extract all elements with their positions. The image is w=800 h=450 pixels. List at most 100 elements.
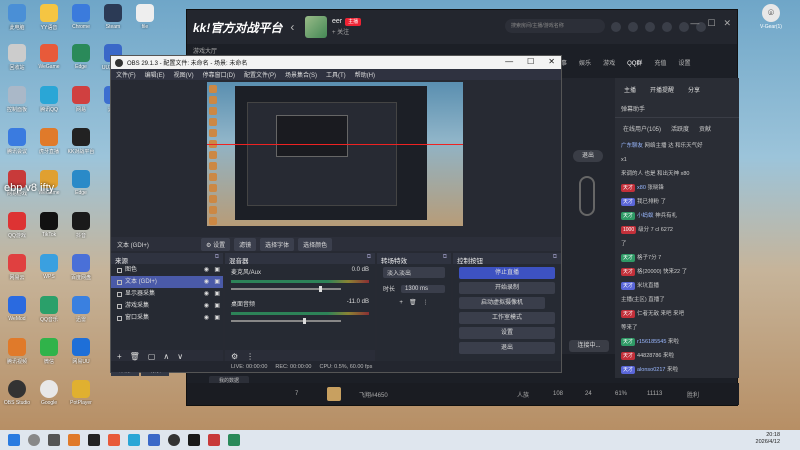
desktop-icon[interactable]: YY语音 xyxy=(32,4,66,31)
add-icon[interactable]: + xyxy=(399,300,403,306)
lock-icon[interactable]: ▣ xyxy=(214,278,220,286)
desktop-icon[interactable]: WPS xyxy=(32,254,66,280)
desktop-icon[interactable]: OBS Studio xyxy=(0,380,34,406)
tab-streamer[interactable]: 主播 xyxy=(621,83,639,96)
desktop-icon[interactable]: Edge xyxy=(64,44,98,70)
shop-icon[interactable] xyxy=(679,22,689,32)
dock-menu-icon[interactable]: ⧉ xyxy=(553,254,557,261)
menu-tools[interactable]: 工具(T) xyxy=(326,70,346,79)
taskbar-app-icon[interactable] xyxy=(228,434,240,446)
transition-select[interactable]: 淡入淡出 xyxy=(383,267,445,278)
properties-icon[interactable]: ▢ xyxy=(148,352,156,361)
visibility-icon[interactable]: ◉ xyxy=(204,278,209,286)
desktop-icon[interactable]: 控制面板 xyxy=(0,86,34,113)
follow-button[interactable]: + 关注 xyxy=(332,27,361,36)
trash-icon[interactable]: 🗑 xyxy=(130,352,140,361)
clock[interactable]: 20:18 2026/4/12 xyxy=(756,432,780,446)
visibility-icon[interactable]: ◉ xyxy=(204,266,209,274)
source-item[interactable]: 窗口采集 ◉ ▣ xyxy=(111,312,223,324)
slider-knob[interactable] xyxy=(302,318,306,324)
maximize-icon[interactable]: ☐ xyxy=(527,57,534,66)
taskbar-app-icon[interactable] xyxy=(88,434,100,446)
start-recording-button[interactable]: 开始录制 xyxy=(459,282,555,294)
avatar[interactable] xyxy=(305,16,327,38)
desktop-icon[interactable]: 抖音 xyxy=(64,212,98,239)
nav-item[interactable]: 设置 xyxy=(678,58,690,67)
desktop-icon[interactable]: WeGame xyxy=(32,44,66,70)
nav-item[interactable]: 娱乐 xyxy=(579,58,591,67)
menu-view[interactable]: 视图(V) xyxy=(174,70,194,79)
duration-input[interactable]: 1300 ms xyxy=(401,284,445,293)
slider-knob[interactable] xyxy=(319,286,322,292)
task-view-icon[interactable] xyxy=(48,434,60,446)
source-item[interactable]: 图色 ◉ ▣ xyxy=(111,264,223,276)
add-icon[interactable]: + xyxy=(117,352,122,361)
taskbar-app-icon[interactable] xyxy=(148,434,160,446)
visibility-icon[interactable]: ◉ xyxy=(204,302,209,310)
more-icon[interactable]: ⋮ xyxy=(246,352,254,361)
lock-icon[interactable]: ▣ xyxy=(214,266,220,274)
source-item[interactable]: 显示器采集 ◉ ▣ xyxy=(111,288,223,300)
user-icon[interactable] xyxy=(645,22,655,32)
obs-preview[interactable] xyxy=(207,82,463,226)
desktop-right-icon[interactable]: ⌾ V-Gear(1) xyxy=(748,4,794,30)
nav-item[interactable]: QQ群 xyxy=(627,58,642,67)
lock-icon[interactable]: ▣ xyxy=(214,314,220,322)
chat-user-name[interactable]: 广东聊友 xyxy=(621,143,643,149)
tab-contrib[interactable]: 贡献 xyxy=(699,124,711,133)
virtual-camera-button[interactable]: 启动虚拟摄像机 xyxy=(459,297,545,309)
close-icon[interactable]: ✕ xyxy=(548,57,555,66)
menu-edit[interactable]: 编辑(E) xyxy=(145,70,165,79)
menu-profile[interactable]: 配置文件(P) xyxy=(244,70,276,79)
desktop-icon[interactable]: 腾讯会议 xyxy=(0,128,34,155)
nav-item[interactable]: 充值 xyxy=(654,58,666,67)
desktop-icon[interactable]: KK对战平台 xyxy=(64,128,98,155)
chat-user-name[interactable]: r156185545 xyxy=(637,339,666,345)
chat-user-name[interactable]: 小蚂蚁 xyxy=(637,213,654,219)
obs-taskbar-icon[interactable] xyxy=(168,434,180,446)
chat-user-name[interactable]: alonso0217 xyxy=(637,367,665,373)
desktop-icon[interactable]: 回收站 xyxy=(0,44,34,71)
kk-taskbar-icon[interactable] xyxy=(188,434,200,446)
player-avatar[interactable] xyxy=(327,387,341,401)
desktop-icon[interactable]: 腾讯视频 xyxy=(0,338,34,365)
desktop-icon[interactable]: 网易云 xyxy=(0,254,34,281)
more-icon[interactable]: ⋮ xyxy=(423,299,429,306)
taskbar-app-icon[interactable] xyxy=(128,434,140,446)
lock-icon[interactable]: ▣ xyxy=(214,290,220,298)
nav-item[interactable]: 游戏 xyxy=(603,58,615,67)
start-icon[interactable] xyxy=(8,434,20,446)
desktop-icon[interactable]: file xyxy=(128,4,162,30)
back-icon[interactable]: ‹ xyxy=(290,20,294,34)
desktop-icon[interactable]: TikTok xyxy=(32,212,66,238)
dock-menu-icon[interactable]: ⧉ xyxy=(443,254,447,261)
search-icon[interactable] xyxy=(28,434,40,446)
exit-button[interactable]: 退出 xyxy=(573,150,603,162)
taskbar-app-icon[interactable] xyxy=(68,434,80,446)
dock-menu-icon[interactable]: ⧉ xyxy=(367,254,371,261)
menu-scene-collection[interactable]: 场景集合(S) xyxy=(285,70,317,79)
filters-button[interactable]: 滤镜 xyxy=(234,237,257,251)
desktop-icon[interactable]: QQ音乐 xyxy=(32,296,66,323)
lock-icon[interactable]: ▣ xyxy=(214,302,220,310)
source-item[interactable]: 文本 (GDI+) ◉ ▣ xyxy=(111,276,223,288)
mail-icon[interactable] xyxy=(662,22,672,32)
select-color-button[interactable]: 选择颜色 xyxy=(298,237,333,251)
chevron-down-icon[interactable]: ∨ xyxy=(177,352,183,361)
dock-menu-icon[interactable]: ⧉ xyxy=(215,254,219,261)
gear-icon[interactable]: ⚙ xyxy=(231,352,238,361)
visibility-icon[interactable]: ◉ xyxy=(204,314,209,322)
chat-user-name[interactable]: x80 xyxy=(637,185,646,191)
volume-slider[interactable] xyxy=(231,318,341,324)
desktop-icon[interactable]: Google xyxy=(32,380,66,406)
volume-slider[interactable] xyxy=(231,286,341,292)
tab-online[interactable]: 在线用户(105) xyxy=(623,124,661,133)
tab-share[interactable]: 分享 xyxy=(685,83,703,96)
desktop-icon[interactable]: QQ游戏 xyxy=(0,212,34,239)
close-icon[interactable]: ✕ xyxy=(723,18,731,29)
trash-icon[interactable]: 🗑 xyxy=(409,299,417,306)
settings-button[interactable]: 设置 xyxy=(459,327,555,339)
visibility-icon[interactable]: ◉ xyxy=(204,290,209,298)
desktop-icon[interactable]: 网易 xyxy=(64,86,98,113)
minimize-icon[interactable]: — xyxy=(690,18,699,29)
